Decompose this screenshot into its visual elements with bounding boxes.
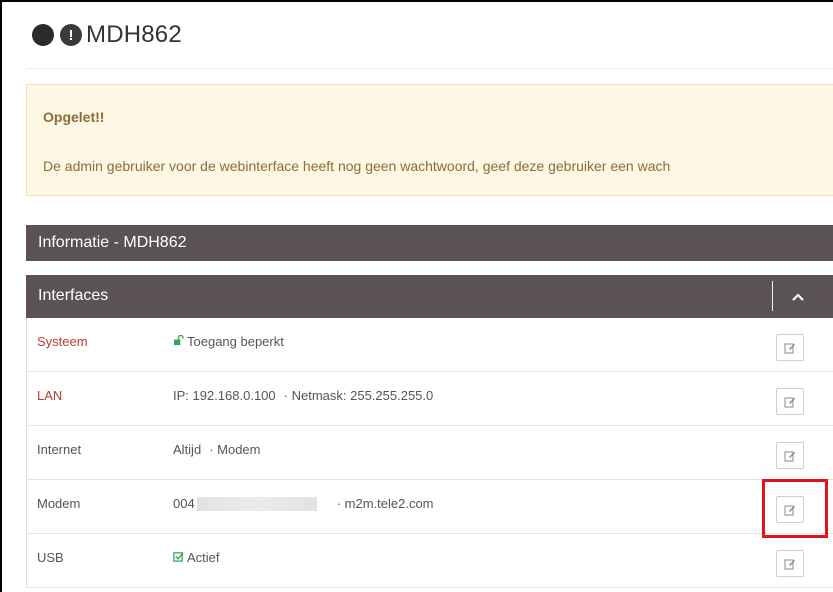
row-name-systeem[interactable]: Systeem bbox=[37, 334, 88, 349]
row-value-text: Actief bbox=[187, 550, 220, 565]
screenshot-frame-top bbox=[0, 0, 833, 2]
row-value: 004 · m2m.tele2.com bbox=[173, 496, 434, 511]
alert-message: De admin gebruiker voor de webinterface … bbox=[43, 158, 671, 174]
row-value-text: Altijd bbox=[173, 442, 202, 457]
table-row: Systeem Toegang beperkt bbox=[27, 318, 833, 372]
page-title: MDH862 bbox=[86, 21, 182, 48]
row-value: IP: 192.168.0.100 · Netmask: 255.255.255… bbox=[173, 388, 433, 403]
table-row: LAN IP: 192.168.0.100 · Netmask: 255.255… bbox=[27, 372, 833, 426]
status-dot-icon bbox=[32, 24, 54, 46]
header-separator bbox=[772, 281, 773, 311]
row-value-secondary: · m2m.tele2.com bbox=[336, 496, 434, 511]
unlock-icon bbox=[173, 334, 184, 349]
row-value: Toegang beperkt bbox=[173, 334, 284, 349]
row-name-usb: USB bbox=[37, 550, 64, 565]
edit-button[interactable] bbox=[776, 334, 804, 361]
alert-title: Opgelet!! bbox=[43, 109, 105, 125]
row-value-text: IP: 192.168.0.100 bbox=[173, 388, 276, 403]
exclamation-circle-icon: ! bbox=[60, 24, 82, 46]
highlight-box bbox=[762, 479, 828, 538]
chevron-up-icon[interactable] bbox=[786, 287, 810, 307]
edit-button[interactable] bbox=[776, 388, 804, 415]
row-name-internet: Internet bbox=[37, 442, 82, 457]
row-name-lan[interactable]: LAN bbox=[37, 388, 62, 403]
table-row: USB Actief bbox=[27, 534, 833, 588]
info-panel-title: Informatie - MDH862 bbox=[38, 234, 187, 251]
row-name-modem: Modem bbox=[37, 496, 81, 511]
warning-alert: Opgelet!! De admin gebruiker voor de web… bbox=[26, 84, 833, 196]
row-value-text: Toegang beperkt bbox=[187, 334, 284, 349]
interfaces-panel-title: Interfaces bbox=[38, 287, 109, 304]
row-value-secondary: · Netmask: 255.255.255.0 bbox=[283, 388, 434, 403]
info-panel-header: Informatie - MDH862 bbox=[26, 225, 833, 261]
edit-button[interactable] bbox=[776, 550, 804, 577]
screenshot-frame-left bbox=[0, 0, 2, 592]
table-row: Modem 004 · m2m.tele2.com bbox=[27, 480, 833, 534]
page-header: ! MDH862 bbox=[32, 20, 182, 50]
row-value: Actief bbox=[173, 550, 220, 565]
row-value: Altijd · Modem bbox=[173, 442, 260, 457]
row-value-secondary: · Modem bbox=[209, 442, 261, 457]
redacted-value bbox=[196, 496, 317, 511]
header-divider bbox=[26, 68, 833, 69]
check-square-icon bbox=[173, 550, 184, 565]
row-value-text: 004 bbox=[173, 496, 195, 511]
edit-button[interactable] bbox=[776, 442, 804, 469]
interfaces-table: Systeem Toegang beperkt LAN IP: 192.168.… bbox=[26, 318, 833, 588]
interfaces-panel-header: Interfaces bbox=[26, 275, 833, 318]
table-row: Internet Altijd · Modem bbox=[27, 426, 833, 480]
